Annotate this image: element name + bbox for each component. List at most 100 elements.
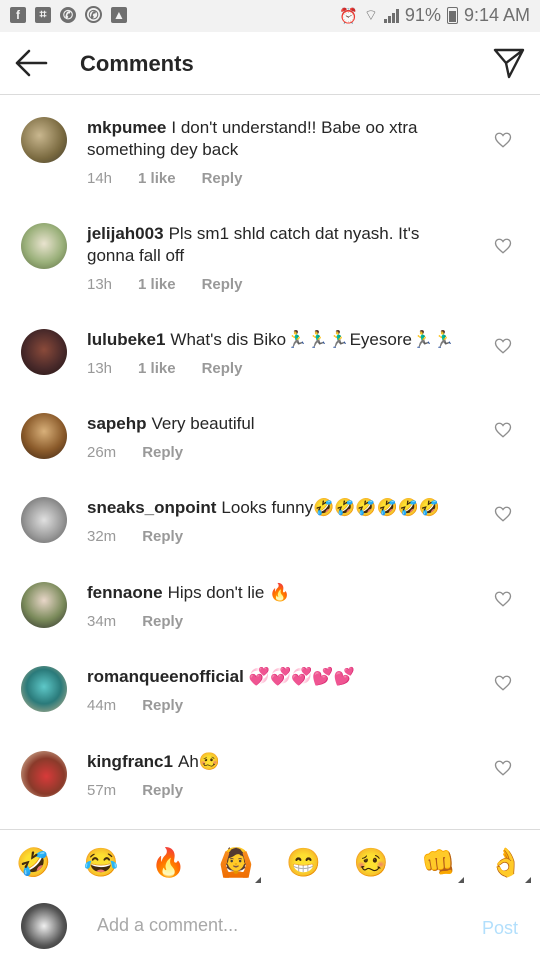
- emoji-button[interactable]: 😂: [76, 846, 126, 879]
- heart-icon[interactable]: [494, 674, 512, 692]
- comment-input[interactable]: [95, 914, 449, 937]
- comment-username[interactable]: lulubeke1: [87, 330, 165, 349]
- comment-time: 26m: [87, 444, 117, 461]
- comment-item: fennaone Hips don't lie 🔥 34m Reply: [0, 582, 540, 630]
- comment-username[interactable]: mkpumee: [87, 118, 166, 137]
- avatar[interactable]: [21, 223, 67, 269]
- comment-text: kingfranc1 Ah🥴: [87, 751, 470, 773]
- emoji-button[interactable]: 👊: [414, 846, 464, 883]
- comment-text: jelijah003 Pls sm1 shld catch dat nyash. …: [87, 223, 470, 267]
- comment-username[interactable]: fennaone: [87, 583, 163, 602]
- comment-text: lulubeke1 What's dis Biko🏃‍♂️🏃‍♂️🏃‍♂️Eyes…: [87, 329, 470, 351]
- heart-icon[interactable]: [494, 505, 512, 523]
- comment-meta: 32m Reply: [87, 528, 470, 545]
- comment-time: 34m: [87, 613, 117, 630]
- comment-body: Very beautiful: [151, 414, 255, 433]
- status-system-icons: ⏰ ⌔ 91% 9:14 AM: [339, 5, 530, 26]
- image-scan-icon: ⌗: [35, 6, 51, 23]
- post-button[interactable]: Post: [482, 918, 518, 939]
- comment-username[interactable]: sneaks_onpoint: [87, 498, 216, 517]
- comment-text: sneaks_onpoint Looks funny🤣🤣🤣🤣🤣🤣: [87, 497, 470, 519]
- comment-meta: 26m Reply: [87, 444, 470, 461]
- comment-meta: 13h 1 like Reply: [87, 276, 470, 293]
- emoji-button[interactable]: 🤣: [9, 846, 59, 879]
- comment-username[interactable]: jelijah003: [87, 224, 164, 243]
- comment-time: 14h: [87, 170, 113, 187]
- wifi-icon: ⌔: [363, 7, 378, 24]
- comment-body: 💞💞💞💕💕: [248, 667, 355, 686]
- signal-icon: [383, 8, 399, 23]
- comment-time: 32m: [87, 528, 117, 545]
- comment-item: sneaks_onpoint Looks funny🤣🤣🤣🤣🤣🤣 32m Reply: [0, 497, 540, 545]
- avatar[interactable]: [21, 666, 67, 712]
- emoji-button[interactable]: 👌: [481, 846, 532, 883]
- comment-time: 57m: [87, 782, 117, 799]
- comment-likes[interactable]: 1 like: [138, 360, 176, 377]
- alarm-icon: ⏰: [339, 7, 358, 25]
- comment-username[interactable]: kingfranc1: [87, 752, 173, 771]
- emoji-button[interactable]: 🥴: [346, 846, 396, 879]
- comment-meta: 13h 1 like Reply: [87, 360, 470, 377]
- comment-item: mkpumee I don't understand!! Babe oo xtra…: [0, 117, 540, 187]
- heart-icon[interactable]: [494, 759, 512, 777]
- page-title: Comments: [80, 51, 194, 76]
- reply-button[interactable]: Reply: [142, 782, 183, 799]
- heart-icon[interactable]: [494, 131, 512, 149]
- comment-item: romanqueenofficial 💞💞💞💕💕 44m Reply: [0, 666, 540, 714]
- heart-icon[interactable]: [494, 237, 512, 255]
- whatsapp-icon: ✆: [85, 6, 102, 23]
- comment-likes[interactable]: 1 like: [138, 170, 176, 187]
- emoji-button[interactable]: 🔥: [144, 846, 194, 879]
- comment-body: Looks funny🤣🤣🤣🤣🤣🤣: [221, 498, 441, 517]
- emoji-button[interactable]: 😁: [279, 846, 329, 879]
- comment-username[interactable]: romanqueenofficial: [87, 667, 244, 686]
- reply-button[interactable]: Reply: [202, 170, 243, 187]
- comment-time: 13h: [87, 276, 113, 293]
- facebook-icon: f: [10, 6, 26, 23]
- reply-button[interactable]: Reply: [202, 276, 243, 293]
- comment-text: mkpumee I don't understand!! Babe oo xtra…: [87, 117, 470, 161]
- current-user-avatar: [21, 903, 67, 949]
- comment-meta: 44m Reply: [87, 697, 470, 714]
- comment-composer: Post: [0, 894, 540, 960]
- reply-button[interactable]: Reply: [202, 360, 243, 377]
- comment-text: fennaone Hips don't lie 🔥: [87, 582, 470, 604]
- battery-percent: 91%: [404, 5, 441, 25]
- comment-item: jelijah003 Pls sm1 shld catch dat nyash. …: [0, 223, 540, 293]
- reply-button[interactable]: Reply: [142, 697, 183, 714]
- comment-body: Hips don't lie 🔥: [167, 583, 291, 602]
- reply-button[interactable]: Reply: [142, 528, 183, 545]
- header-bar: Comments: [0, 32, 540, 95]
- reply-button[interactable]: Reply: [142, 444, 183, 461]
- comment-username[interactable]: sapehp: [87, 414, 147, 433]
- comment-text: romanqueenofficial 💞💞💞💕💕: [87, 666, 470, 688]
- emoji-button[interactable]: 🙆: [211, 846, 262, 883]
- clock: 9:14 AM: [463, 5, 530, 25]
- avatar[interactable]: [21, 329, 67, 375]
- battery-icon: [446, 7, 458, 24]
- comment-body: What's dis Biko🏃‍♂️🏃‍♂️🏃‍♂️Eyesore🏃‍♂️🏃‍…: [170, 330, 455, 349]
- back-arrow-icon[interactable]: [14, 48, 48, 78]
- comment-item: sapehp Very beautiful 26m Reply: [0, 413, 540, 461]
- reply-button[interactable]: Reply: [142, 613, 183, 630]
- heart-icon[interactable]: [494, 421, 512, 439]
- comment-likes[interactable]: 1 like: [138, 276, 176, 293]
- emoji-quick-bar: 🤣 😂 🔥 🙆 😁 🥴 👊 👌: [0, 829, 540, 895]
- avatar[interactable]: [21, 413, 67, 459]
- comment-meta: 57m Reply: [87, 782, 470, 799]
- direct-share-icon[interactable]: [492, 46, 526, 80]
- comment-meta: 34m Reply: [87, 613, 470, 630]
- avatar[interactable]: [21, 117, 67, 163]
- comment-body: Ah🥴: [177, 752, 220, 771]
- comment-item: lulubeke1 What's dis Biko🏃‍♂️🏃‍♂️🏃‍♂️Eyes…: [0, 329, 540, 377]
- avatar[interactable]: [21, 751, 67, 797]
- comment-text: sapehp Very beautiful: [87, 413, 470, 435]
- heart-icon[interactable]: [494, 590, 512, 608]
- avatar[interactable]: [21, 497, 67, 543]
- comment-meta: 14h 1 like Reply: [87, 170, 470, 187]
- comment-item: kingfranc1 Ah🥴 57m Reply: [0, 751, 540, 799]
- status-bar: f ⌗ ✆ ✆ ▲ ⏰ ⌔ 91% 9:14 AM: [0, 0, 540, 32]
- comment-time: 13h: [87, 360, 113, 377]
- avatar[interactable]: [21, 582, 67, 628]
- heart-icon[interactable]: [494, 337, 512, 355]
